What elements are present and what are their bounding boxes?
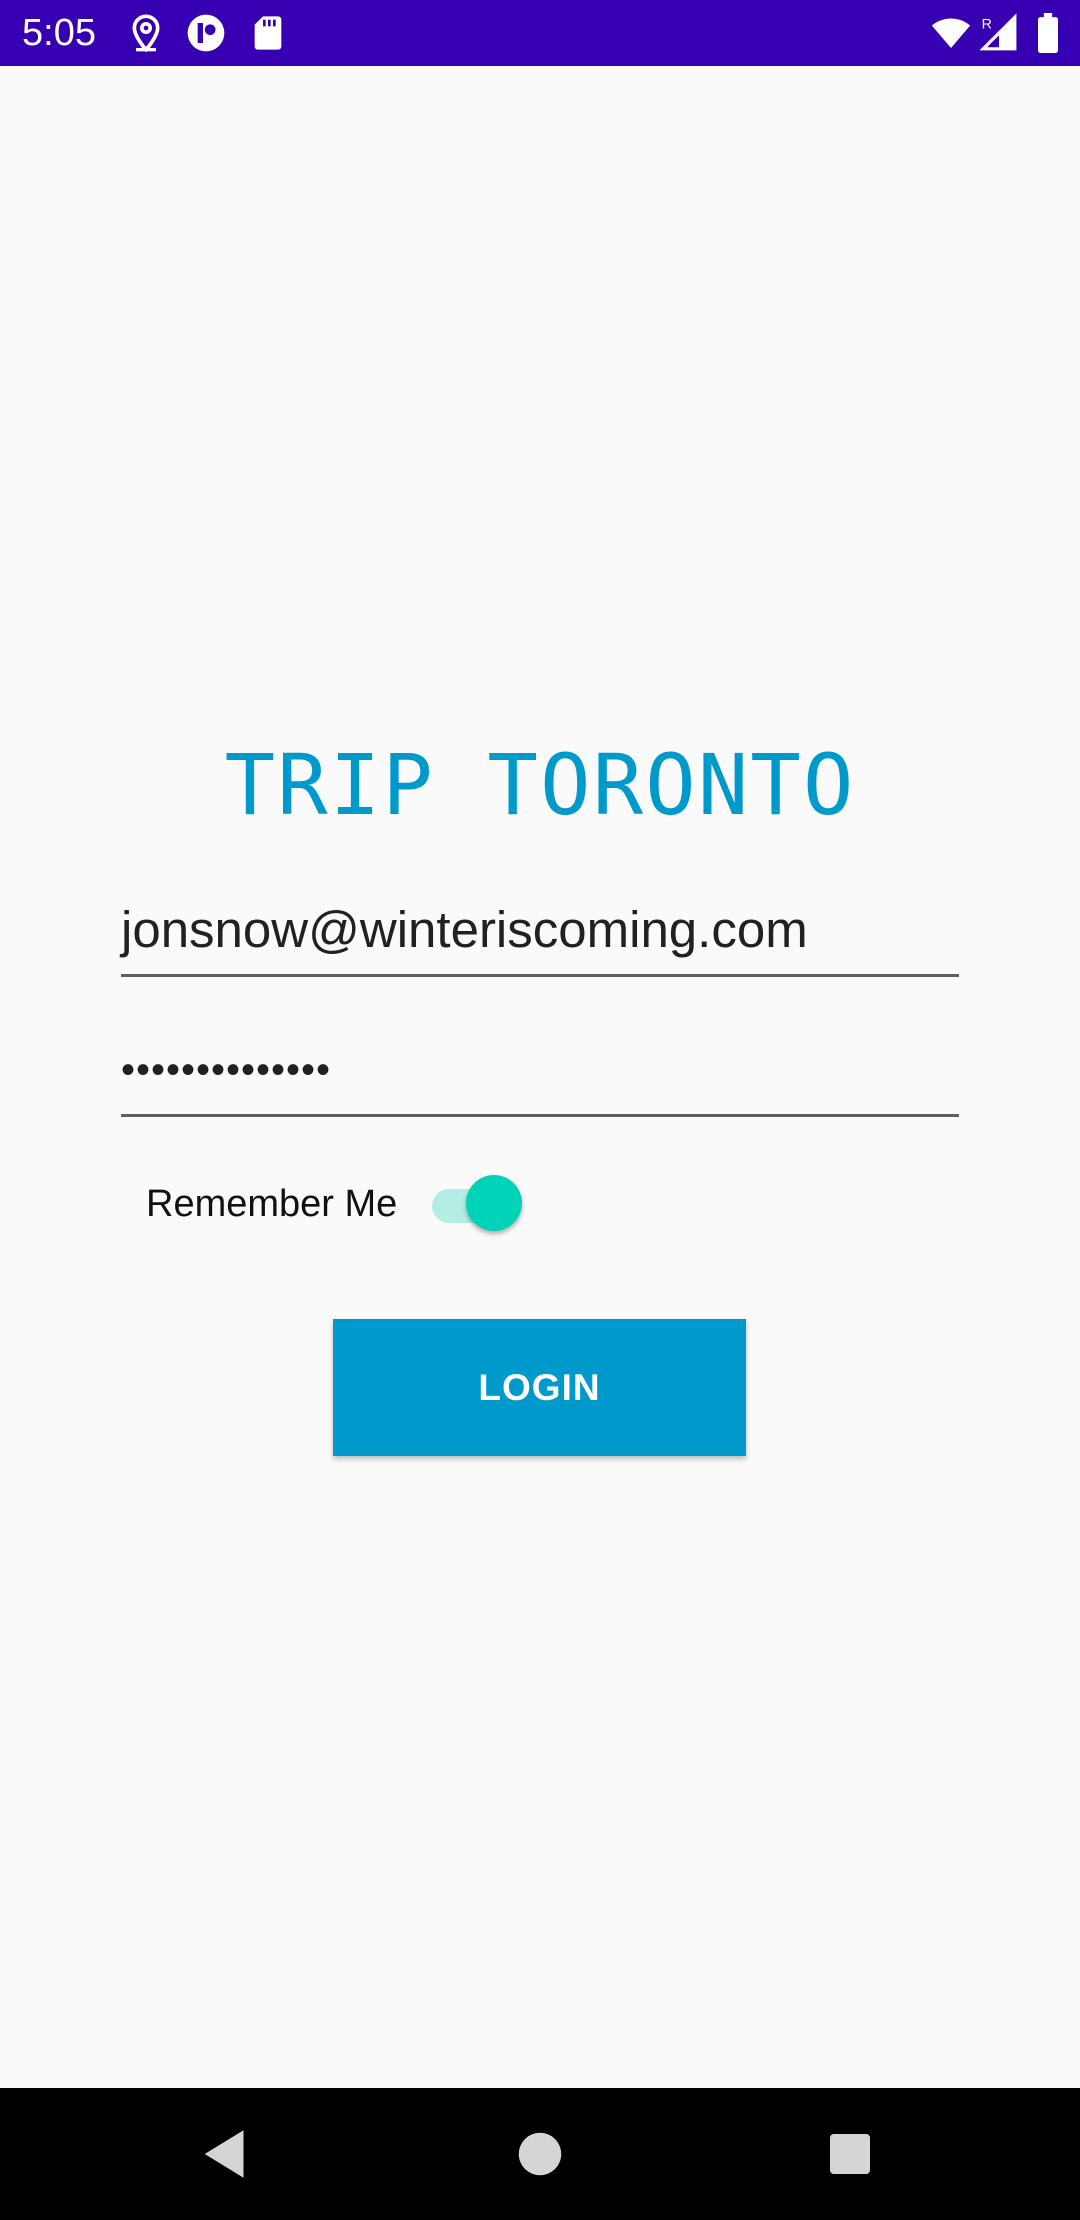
app-title: TRIP TORONTO [224, 736, 856, 834]
app-notification-icon [186, 13, 226, 53]
email-value: jonsnow@winteriscoming.com [121, 901, 808, 958]
switch-thumb [466, 1175, 522, 1231]
status-time: 5:05 [22, 12, 96, 54]
signal-roaming-icon: R [980, 13, 1018, 53]
location-pin-icon [126, 13, 166, 53]
remember-me-label: Remember Me [146, 1183, 398, 1225]
home-icon[interactable] [510, 2124, 570, 2184]
login-button[interactable]: LOGIN [333, 1319, 746, 1456]
recents-icon[interactable] [820, 2124, 880, 2184]
remember-me-switch[interactable] [430, 1170, 522, 1236]
navigation-bar [0, 2088, 1080, 2220]
password-field[interactable]: •••••••••••••• [121, 1030, 959, 1117]
wifi-icon [928, 13, 974, 53]
sd-card-icon [248, 13, 288, 53]
back-icon[interactable] [196, 2124, 256, 2184]
svg-text:R: R [982, 16, 992, 32]
email-field[interactable]: jonsnow@winteriscoming.com [121, 890, 959, 977]
status-bar: 5:05 R [0, 0, 1080, 66]
password-value: •••••••••••••• [121, 1048, 332, 1092]
battery-icon [1036, 13, 1060, 53]
